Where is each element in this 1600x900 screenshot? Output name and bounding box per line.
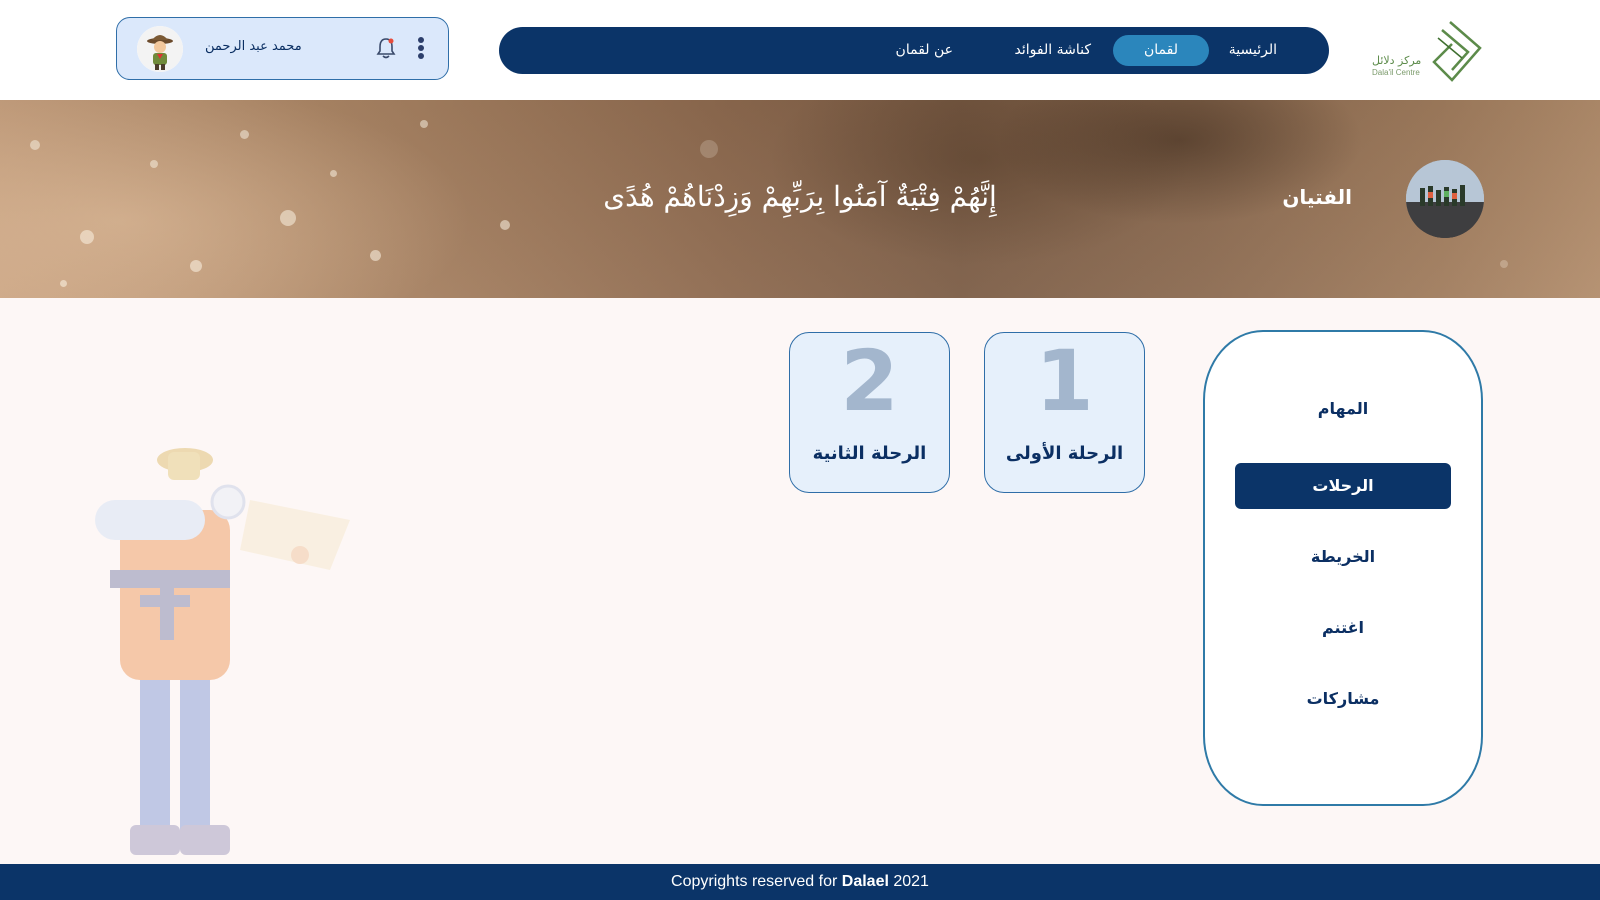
kebab-menu-icon[interactable] [417,37,425,63]
bell-icon[interactable] [375,36,397,60]
menu-item-trips[interactable]: الرحلات [1235,463,1451,509]
trip-number: 2 [840,332,899,430]
nav-home[interactable]: الرئيسية [1229,35,1277,66]
trip-number: 1 [1035,332,1094,430]
user-name[interactable]: محمد عبد الرحمن [205,39,302,54]
trip-card-1[interactable]: 1 الرحلة الأولى [984,332,1145,493]
main-nav: الرئيسية لقمان كناشة الفوائد عن لقمان [499,27,1329,74]
footer-brand[interactable]: Dalael [842,873,889,890]
side-menu: المهام الرحلات الخريطة اغتنم مشاركات [1203,330,1483,806]
nav-about[interactable]: عن لقمان [896,35,953,66]
group-title: الفتيان [1282,185,1352,209]
footer-year: 2021 [888,873,929,890]
user-panel: محمد عبد الرحمن [116,17,449,80]
hiker-illustration [95,448,350,855]
menu-item-seize[interactable]: اغتنم [1235,605,1451,651]
nav-luqman[interactable]: لقمان [1113,35,1209,66]
logo-text-en: Dala'il Centre [1372,68,1420,77]
menu-item-tasks[interactable]: المهام [1235,386,1451,432]
menu-item-map[interactable]: الخريطة [1235,534,1451,580]
trip-label: الرحلة الثانية [812,443,927,464]
footer: Copyrights reserved for Dalael 2021 [0,864,1600,900]
header: مركز دلائل Dala'il Centre الرئيسية لقمان… [0,0,1600,100]
hero-banner: إِنَّهُمْ فِتْيَةٌ آمَنُوا بِرَبِّهِمْ و… [0,100,1600,298]
quran-verse: إِنَّهُمْ فِتْيَةٌ آمَنُوا بِرَبِّهِمْ و… [603,180,997,213]
logo-text-ar: مركز دلائل [1372,54,1422,67]
nav-kunnasha[interactable]: كناشة الفوائد [1015,35,1091,66]
trip-label: الرحلة الأولى [1005,443,1124,464]
group-avatar [1406,160,1484,238]
logo[interactable]: مركز دلائل Dala'il Centre [1372,18,1484,84]
scout-avatar-icon[interactable] [137,26,183,72]
footer-prefix: Copyrights reserved for [671,873,842,890]
menu-item-posts[interactable]: مشاركات [1235,676,1451,722]
trip-card-2[interactable]: 2 الرحلة الثانية [789,332,950,493]
